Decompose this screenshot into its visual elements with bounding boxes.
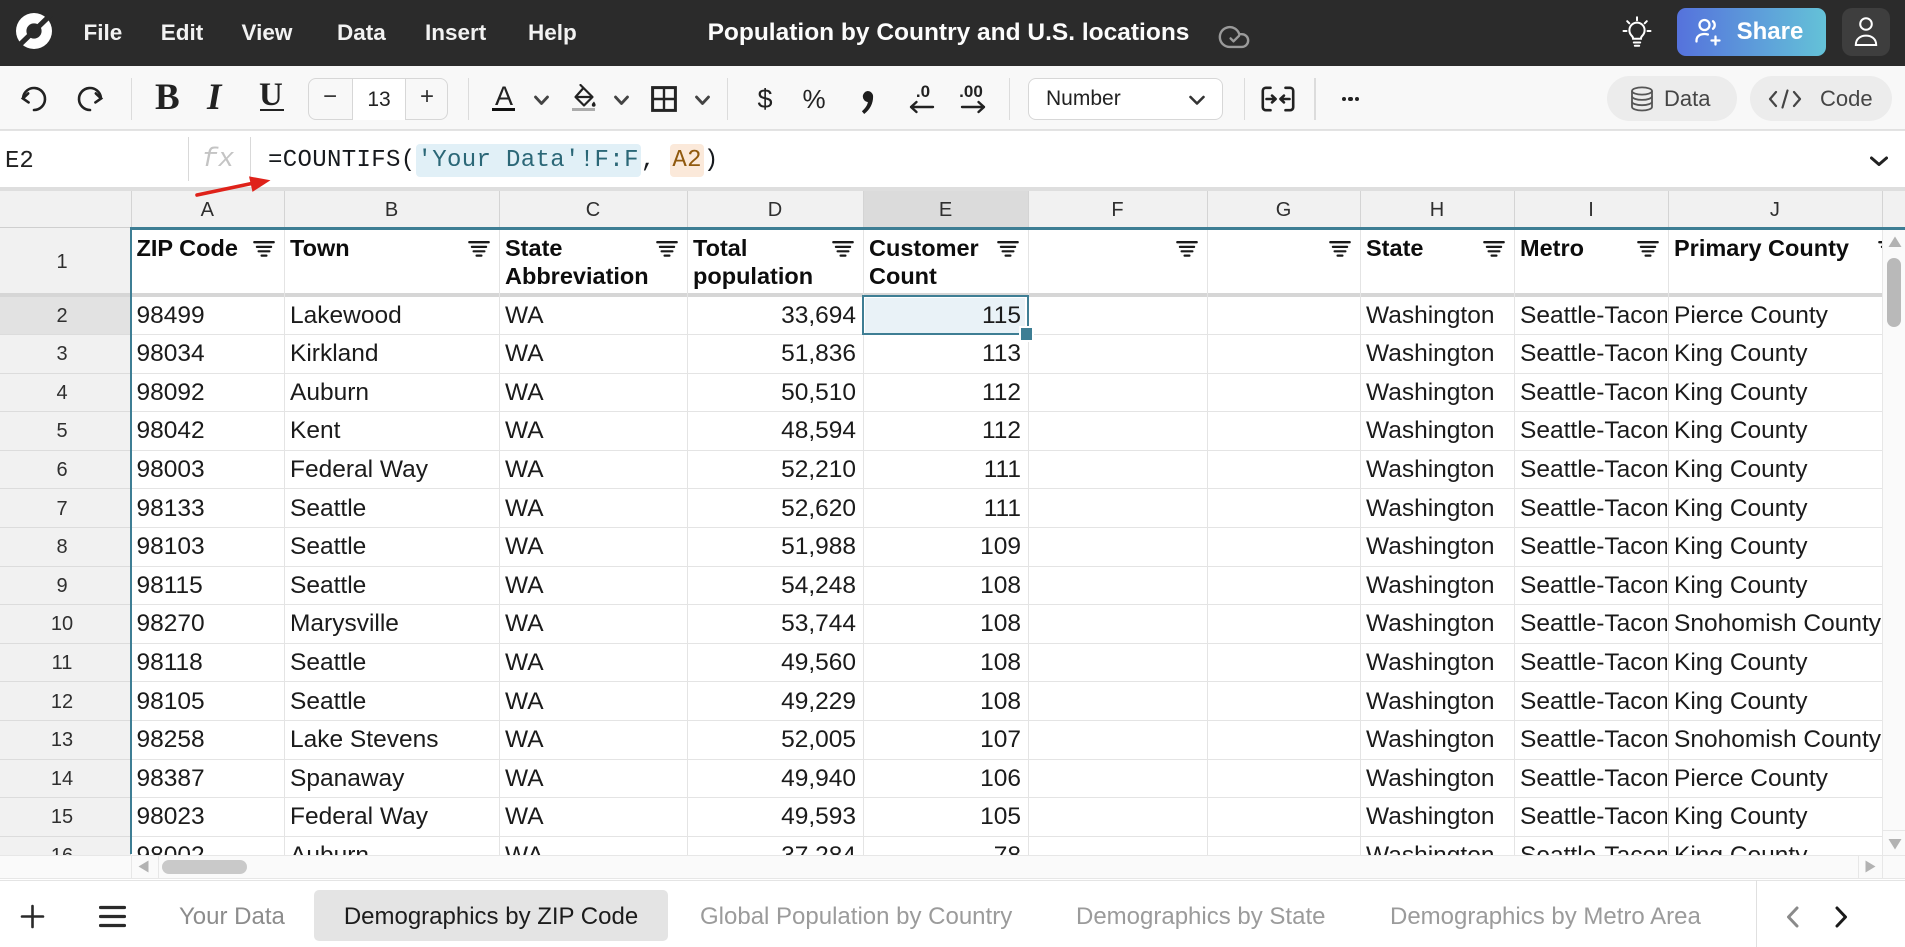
svg-text:.00: .00 (959, 82, 983, 101)
svg-text:.0: .0 (916, 82, 930, 101)
